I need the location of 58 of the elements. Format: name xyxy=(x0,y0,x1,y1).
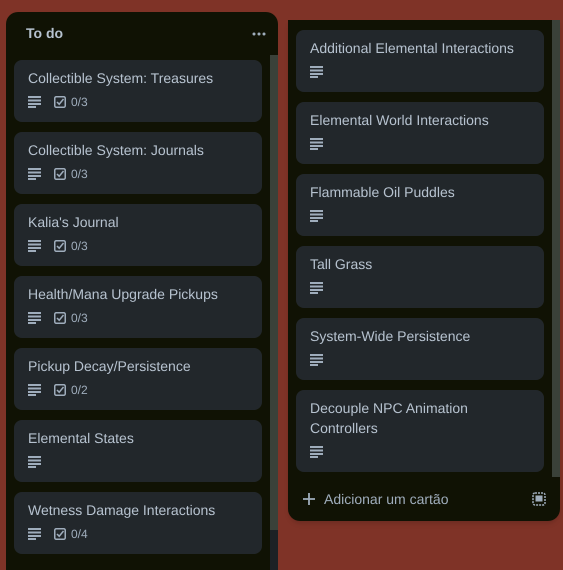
card-title: Decouple NPC Animation Controllers xyxy=(310,399,469,438)
description-icon xyxy=(310,66,324,78)
checklist-count: 0/3 xyxy=(71,94,88,111)
template-icon[interactable] xyxy=(532,492,546,506)
checklist-count: 0/3 xyxy=(71,166,88,183)
card[interactable]: Flammable Oil Puddles xyxy=(296,174,544,236)
card-title: Elemental World Interactions xyxy=(310,111,490,130)
description-icon xyxy=(310,138,324,150)
card-title: Additional Elemental Interactions xyxy=(310,39,515,58)
card[interactable]: Elemental World Interactions xyxy=(296,102,544,164)
description-icon xyxy=(310,446,324,458)
description-icon xyxy=(310,282,324,294)
description-icon xyxy=(28,456,42,468)
card-title: Flammable Oil Puddles xyxy=(310,183,456,202)
card-title: Collectible System: Journals xyxy=(28,141,205,160)
checkbox-icon xyxy=(54,528,66,540)
list-title: To do xyxy=(26,24,64,43)
card-title: Elemental States xyxy=(28,429,135,448)
description-icon xyxy=(310,354,324,366)
card-title: Collectible System: Treasures xyxy=(28,69,214,88)
card[interactable]: Collectible System: Journals 0/3 xyxy=(14,132,262,194)
checklist-count: 0/3 xyxy=(71,310,88,327)
description-icon xyxy=(28,312,42,324)
description-icon xyxy=(28,384,42,396)
card[interactable]: Health/Mana Upgrade Pickups 0/3 xyxy=(14,276,262,338)
card-title: System-Wide Persistence xyxy=(310,327,472,346)
checkbox-icon xyxy=(54,312,66,324)
card-title: Kalia's Journal xyxy=(28,213,120,232)
checklist-count: 0/4 xyxy=(71,526,88,543)
card[interactable]: Tall Grass xyxy=(296,246,544,308)
checkbox-icon xyxy=(54,168,66,180)
checkbox-icon xyxy=(54,384,66,396)
plus-icon xyxy=(302,492,316,506)
card[interactable]: Additional Elemental Interactions xyxy=(296,30,544,92)
card[interactable]: Kalia's Journal 0/3 xyxy=(14,204,262,266)
card[interactable]: Pickup Decay/Persistence 0/2 xyxy=(14,348,262,410)
card[interactable]: System-Wide Persistence xyxy=(296,318,544,380)
description-icon xyxy=(28,240,42,252)
card-title: Health/Mana Upgrade Pickups xyxy=(28,285,219,304)
checkbox-icon xyxy=(54,96,66,108)
card[interactable]: Wetness Damage Interactions 0/4 xyxy=(14,492,262,554)
description-icon xyxy=(28,528,42,540)
card[interactable]: Collectible System: Treasures 0/3 xyxy=(14,60,262,122)
checklist-count: 0/2 xyxy=(71,382,88,399)
more-icon[interactable] xyxy=(252,32,266,36)
add-card-button[interactable]: Adicionar um cartão xyxy=(302,488,449,510)
description-icon xyxy=(28,96,42,108)
scrollbar-thumb[interactable] xyxy=(270,55,278,530)
card[interactable]: Decouple NPC Animation Controllers xyxy=(296,390,544,472)
checklist-count: 0/3 xyxy=(71,238,88,255)
card[interactable]: Elemental States xyxy=(14,420,262,482)
card-title: Pickup Decay/Persistence xyxy=(28,357,192,376)
scrollbar-thumb[interactable] xyxy=(552,20,560,477)
description-icon xyxy=(310,210,324,222)
card-title: Tall Grass xyxy=(310,255,374,274)
checkbox-icon xyxy=(54,240,66,252)
card-title: Wetness Damage Interactions xyxy=(28,501,216,520)
description-icon xyxy=(28,168,42,180)
